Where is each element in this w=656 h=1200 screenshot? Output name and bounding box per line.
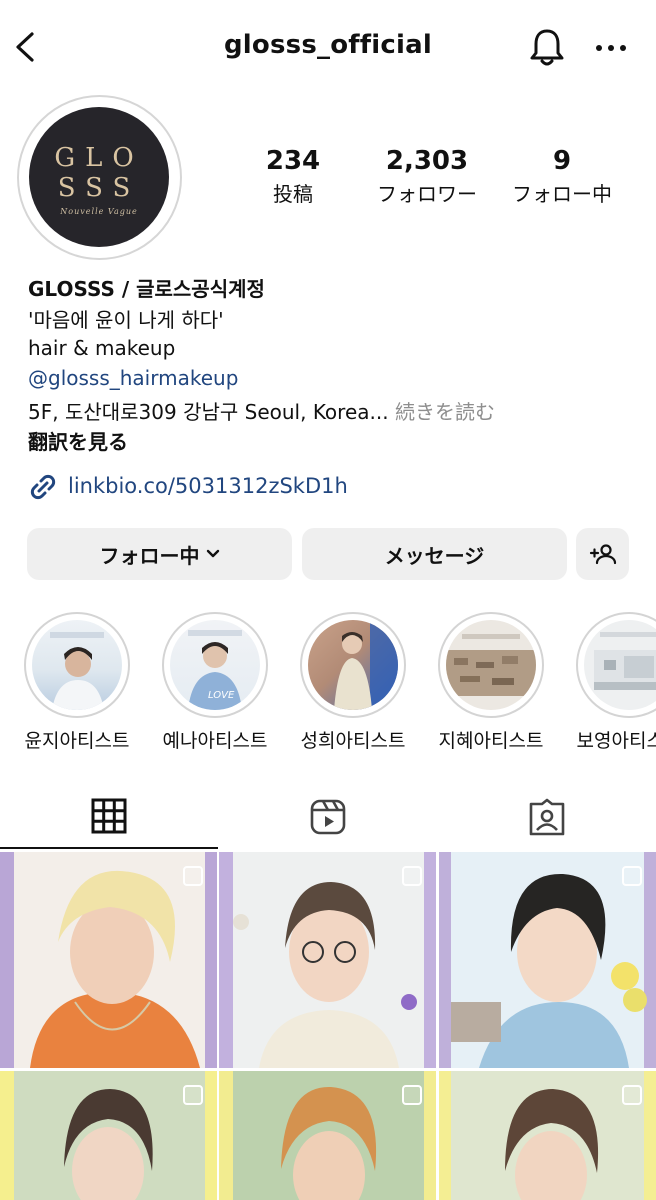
- message-button[interactable]: メッセージ: [302, 528, 567, 580]
- tab-grid[interactable]: [0, 785, 218, 849]
- highlight-label: 예나아티스트: [162, 730, 268, 752]
- stat-following-value: 9: [552, 146, 572, 176]
- translate-link[interactable]: 翻訳を見る: [28, 426, 128, 455]
- post-thumbnail[interactable]: [0, 1071, 217, 1200]
- post-thumbnail[interactable]: [219, 1071, 436, 1200]
- profile-display-name: GLOSSS / 글로스공식계정: [28, 277, 265, 301]
- stat-posts-value: 234: [265, 146, 321, 176]
- highlight-item[interactable]: 윤지아티스트: [23, 612, 131, 753]
- multi-photo-icon: [183, 1085, 203, 1105]
- external-link-text: linkbio.co/5031312zSkD1h: [68, 474, 348, 498]
- stat-followers-value: 2,303: [385, 146, 469, 176]
- tagged-icon: [529, 798, 565, 836]
- highlight-item[interactable]: 보영아티스트: [575, 612, 656, 753]
- grid-icon: [91, 798, 127, 834]
- highlight-item[interactable]: 지혜아티스트: [437, 612, 545, 753]
- svg-text:LOVE: LOVE: [208, 690, 235, 701]
- highlight-ring: [438, 612, 544, 718]
- stat-following-label: フォロー中: [512, 182, 612, 206]
- chevron-down-icon: [206, 549, 219, 558]
- following-button-label: フォロー中: [99, 543, 200, 568]
- stat-followers-label: フォロワー: [377, 182, 477, 206]
- highlight-item[interactable]: 성희아티스트: [299, 612, 407, 753]
- add-user-button[interactable]: [576, 528, 629, 580]
- stat-posts-label: 投稿: [273, 182, 313, 206]
- highlight-cover: LOVE: [170, 620, 260, 710]
- top-bar: glosss_official: [0, 0, 656, 96]
- logo-text-line1: GLO: [54, 143, 144, 173]
- highlight-ring: LOVE: [162, 612, 268, 718]
- multi-photo-icon: [622, 866, 642, 886]
- following-button[interactable]: フォロー中: [27, 528, 292, 580]
- highlight-cover: [308, 620, 398, 710]
- post-thumbnail[interactable]: [439, 852, 656, 1068]
- highlight-label: 윤지아티스트: [24, 730, 130, 752]
- highlight-ring: [24, 612, 130, 718]
- post-thumbnail[interactable]: [439, 1071, 656, 1200]
- stat-followers[interactable]: 2,303 フォロワー: [368, 146, 486, 207]
- bio-address-text: 5F, 도산대로309 강남구 Seoul, Korea...: [28, 400, 389, 424]
- post-thumbnail[interactable]: [0, 852, 217, 1068]
- message-button-label: メッセージ: [384, 543, 485, 568]
- more-horizontal-icon[interactable]: [594, 36, 628, 60]
- multi-photo-icon: [183, 866, 203, 886]
- highlight-cover: [584, 620, 656, 710]
- tab-reels[interactable]: [219, 785, 437, 849]
- bio-line: '마음에 윤이 나게 하다': [28, 308, 224, 332]
- link-icon: [30, 474, 56, 500]
- logo-tagline: Nouvelle Vague: [60, 207, 138, 216]
- logo-text-line2: SSS: [57, 173, 141, 203]
- highlight-label: 성희아티스트: [300, 730, 406, 752]
- highlight-cover: [446, 620, 536, 710]
- stat-following[interactable]: 9 フォロー中: [504, 146, 620, 207]
- highlight-ring: [576, 612, 656, 718]
- stat-posts[interactable]: 234 投稿: [250, 146, 336, 207]
- avatar[interactable]: GLO SSS Nouvelle Vague: [29, 107, 169, 247]
- post-thumbnail[interactable]: [219, 852, 436, 1068]
- reels-icon: [310, 799, 346, 835]
- highlight-item[interactable]: LOVE 예나아티스트: [161, 612, 269, 753]
- bio-address: 5F, 도산대로309 강남구 Seoul, Korea... 続きを読む: [28, 396, 495, 425]
- highlight-label: 보영아티스트: [576, 730, 656, 752]
- multi-photo-icon: [402, 1085, 422, 1105]
- add-user-icon: [589, 544, 616, 565]
- highlight-ring: [300, 612, 406, 718]
- highlight-cover: [32, 620, 122, 710]
- highlight-label: 지혜아티스트: [438, 730, 544, 752]
- multi-photo-icon: [622, 1085, 642, 1105]
- bell-icon[interactable]: [528, 26, 566, 68]
- read-more-link[interactable]: 続きを読む: [395, 400, 495, 424]
- bio-line: hair & makeup: [28, 336, 176, 360]
- multi-photo-icon: [402, 866, 422, 886]
- bio-mention-link[interactable]: @glosss_hairmakeup: [28, 366, 238, 390]
- tab-tagged[interactable]: [438, 785, 656, 849]
